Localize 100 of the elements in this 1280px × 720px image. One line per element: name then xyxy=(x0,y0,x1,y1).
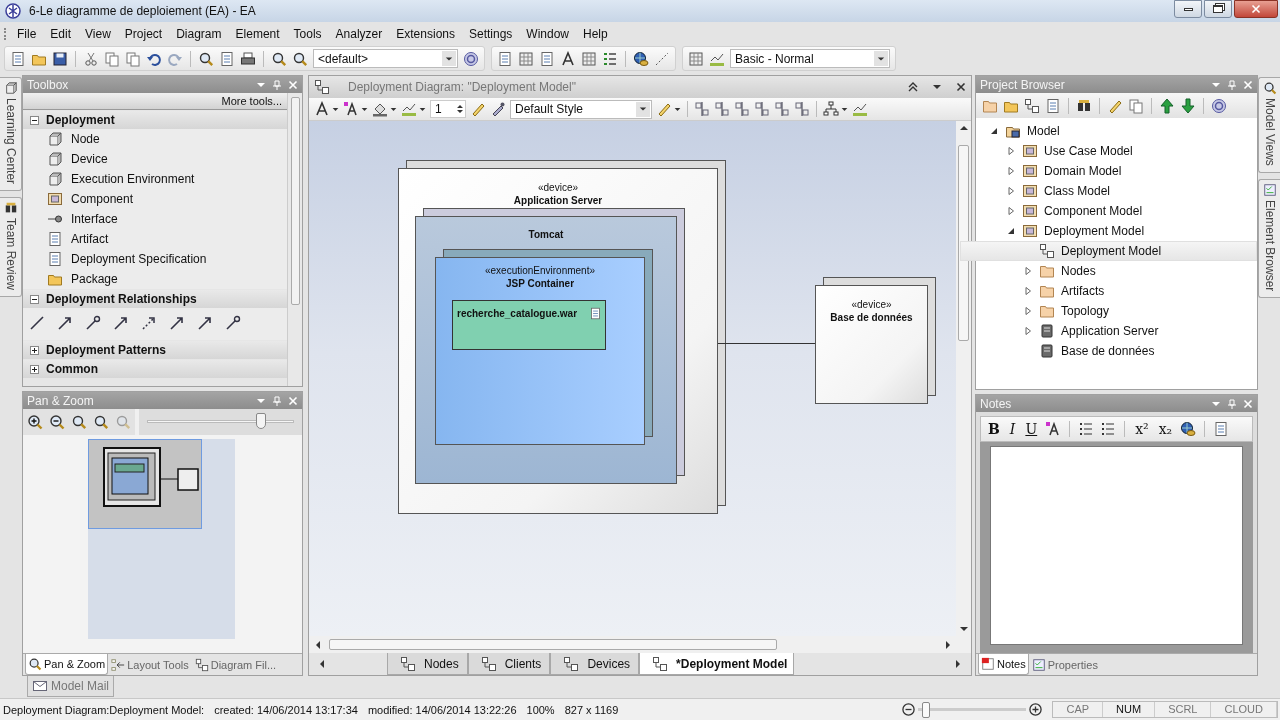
tab-scroll-right-icon[interactable] xyxy=(953,659,963,669)
menu-item[interactable]: Tools xyxy=(286,24,329,43)
save-icon[interactable] xyxy=(52,50,68,67)
text-color-icon[interactable] xyxy=(343,101,359,117)
tree-item[interactable]: Deployment Model xyxy=(1003,221,1257,241)
menu-item[interactable]: Diagram xyxy=(169,24,229,43)
menu-item[interactable]: Element xyxy=(228,24,287,43)
menu-item[interactable]: Settings xyxy=(462,24,520,43)
search-icon[interactable] xyxy=(271,50,287,67)
menu-item[interactable]: Analyzer xyxy=(328,24,390,43)
slider-thumb[interactable] xyxy=(921,701,930,718)
brush-icon[interactable] xyxy=(470,101,486,117)
line-width-field[interactable]: 1 xyxy=(430,100,466,118)
dropdown-arrow-icon[interactable] xyxy=(332,105,339,113)
style-dropdown[interactable]: Default Style xyxy=(510,99,652,119)
dropdown-arrow-icon[interactable] xyxy=(361,105,368,113)
zoom-slider[interactable] xyxy=(139,409,302,435)
close-icon[interactable] xyxy=(956,82,966,92)
pin-icon[interactable] xyxy=(1227,398,1237,409)
dropdown-arrow-icon[interactable] xyxy=(390,105,397,113)
dropdown-arrow-icon[interactable] xyxy=(841,105,848,113)
line-tool-icon[interactable] xyxy=(29,315,45,331)
pin-icon[interactable] xyxy=(272,79,282,90)
cut-icon[interactable] xyxy=(83,50,99,67)
zoom-fit-icon[interactable] xyxy=(71,414,87,430)
side-tab[interactable]: Element Browser xyxy=(1258,178,1280,299)
tree-item[interactable]: Deployment Model xyxy=(960,241,1257,261)
expand-box-icon[interactable] xyxy=(30,115,39,125)
scroll-up-icon[interactable] xyxy=(958,123,969,133)
expand-box-icon[interactable] xyxy=(30,345,39,355)
dropdown-arrow-icon[interactable] xyxy=(674,105,681,113)
arrow-tool-icon[interactable] xyxy=(197,315,213,331)
layout-tree-icon[interactable] xyxy=(823,101,839,117)
expander-icon[interactable] xyxy=(1006,226,1016,236)
dashed-arrow-tool-icon[interactable] xyxy=(141,315,157,331)
zoom-out-icon[interactable] xyxy=(49,414,65,430)
align-icon[interactable] xyxy=(754,101,770,117)
format-button[interactable]: B xyxy=(986,421,1002,437)
script-button[interactable]: x₂ xyxy=(1156,421,1175,437)
panel-tab[interactable]: Layout Tools xyxy=(108,654,192,675)
tree-item[interactable]: Component Model xyxy=(1003,201,1257,221)
style-icon[interactable] xyxy=(656,101,672,117)
arrow-tool-icon[interactable] xyxy=(57,315,73,331)
restore-button[interactable] xyxy=(1204,0,1232,18)
tree-item[interactable]: Application Server xyxy=(1020,321,1257,341)
format-button[interactable]: I xyxy=(1007,421,1018,437)
print-icon[interactable] xyxy=(240,50,256,67)
report-icon[interactable] xyxy=(539,50,555,67)
zoom-in-icon[interactable] xyxy=(27,414,43,430)
expander-icon[interactable] xyxy=(989,126,999,136)
search-document-icon[interactable] xyxy=(292,50,308,67)
move-down-icon[interactable] xyxy=(1180,97,1196,114)
panel-tab[interactable]: Pan & Zoom xyxy=(25,654,109,675)
align-icon[interactable] xyxy=(794,101,810,117)
checklist-icon[interactable] xyxy=(602,50,618,67)
align-icon[interactable] xyxy=(694,101,710,117)
new-document-icon[interactable] xyxy=(10,50,26,67)
script-button[interactable]: x² xyxy=(1133,421,1151,437)
minimize-button[interactable] xyxy=(1174,0,1202,18)
dropdown-arrow-icon[interactable] xyxy=(639,105,647,113)
diagram-tab[interactable]: Devices xyxy=(550,653,640,675)
expand-box-icon[interactable] xyxy=(30,364,39,374)
tree-item[interactable]: Nodes xyxy=(1020,261,1257,281)
toolbox-item[interactable]: Node xyxy=(23,129,287,149)
scroll-right-icon[interactable] xyxy=(943,639,953,650)
arrow-tool-icon[interactable] xyxy=(169,315,185,331)
menu-item[interactable]: View xyxy=(78,24,118,43)
line-color-icon[interactable] xyxy=(401,101,417,117)
zoom-page-icon[interactable] xyxy=(93,414,109,430)
paste-icon[interactable] xyxy=(125,50,141,67)
notes-field[interactable] xyxy=(990,446,1243,645)
panel-tab[interactable]: Notes xyxy=(978,654,1029,675)
copy-icon[interactable] xyxy=(104,50,120,67)
nesting-tool-icon[interactable] xyxy=(225,315,241,331)
tree-item[interactable]: Artifacts xyxy=(1020,281,1257,301)
toolbox-item[interactable]: Execution Environment xyxy=(23,169,287,189)
side-tab[interactable]: Model Views xyxy=(1258,77,1280,173)
menu-item[interactable]: Extensions xyxy=(389,24,462,43)
toolbox-item[interactable]: Artifact xyxy=(23,229,287,249)
spinner-icon[interactable] xyxy=(455,104,465,114)
page-icon[interactable] xyxy=(219,50,235,67)
document-icon[interactable] xyxy=(1213,421,1230,437)
close-button[interactable] xyxy=(1234,0,1278,18)
tree-item[interactable]: Base de données xyxy=(1020,341,1257,361)
tree-item[interactable]: Model xyxy=(986,121,1257,141)
align-icon[interactable] xyxy=(714,101,730,117)
grid-icon[interactable] xyxy=(518,50,534,67)
document-icon[interactable] xyxy=(497,50,513,67)
new-element-icon[interactable] xyxy=(1045,97,1061,114)
toolbox-item[interactable]: Interface xyxy=(23,209,287,229)
scrollbar[interactable] xyxy=(287,93,302,386)
dropdown-arrow-icon[interactable] xyxy=(419,105,426,113)
globe-icon[interactable] xyxy=(633,50,649,67)
menu-item[interactable]: Project xyxy=(117,24,170,43)
workspace-dropdown[interactable]: Basic - Normal xyxy=(730,49,890,68)
toolbox-item[interactable]: Deployment Specification xyxy=(23,249,287,269)
chart-icon[interactable] xyxy=(852,101,868,117)
tree-item[interactable]: Use Case Model xyxy=(1003,141,1257,161)
tree-item[interactable]: Class Model xyxy=(1003,181,1257,201)
hyperlink-icon[interactable] xyxy=(1180,421,1197,437)
